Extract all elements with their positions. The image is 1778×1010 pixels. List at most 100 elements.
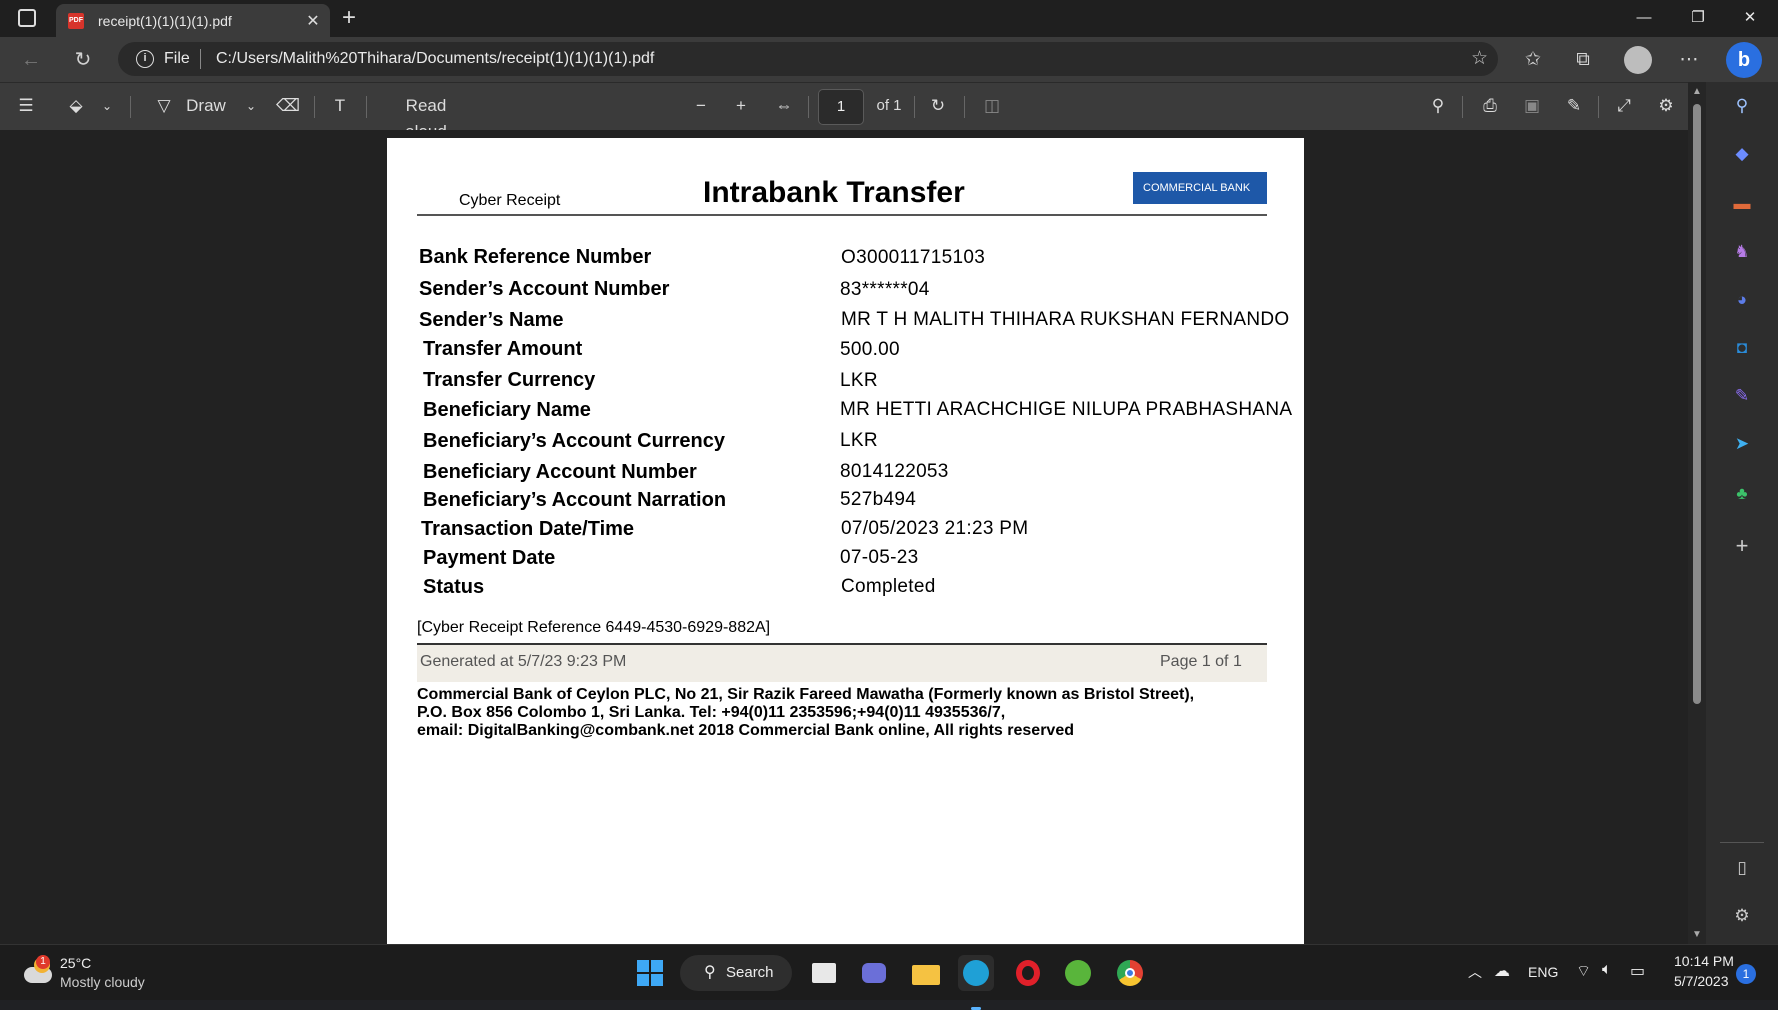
telegram-icon[interactable]: ➤: [1728, 430, 1756, 458]
battery-icon[interactable]: ▭: [1630, 961, 1645, 981]
field-label: Beneficiary’s Account Currency: [423, 430, 725, 452]
zoom-out-icon[interactable]: −: [688, 93, 714, 119]
field-label: Bank Reference Number: [419, 246, 652, 268]
text-icon[interactable]: T: [326, 93, 354, 119]
pdf-settings-icon[interactable]: ⚙: [1652, 93, 1680, 119]
opera-icon[interactable]: [1010, 955, 1046, 991]
back-button[interactable]: ←: [16, 45, 46, 75]
clock-time[interactable]: 10:14 PM: [1674, 953, 1734, 969]
favorites-icon[interactable]: ✩: [1518, 45, 1548, 75]
windows-start-icon[interactable]: [632, 955, 668, 991]
profile-avatar[interactable]: [1624, 46, 1652, 74]
notification-badge[interactable]: 1: [1736, 964, 1756, 984]
taskbar-search[interactable]: ⚲ Search: [680, 955, 792, 991]
more-options-icon[interactable]: ⋯: [1674, 45, 1704, 75]
find-icon[interactable]: ⚲: [1424, 93, 1452, 119]
weather-desc[interactable]: Mostly cloudy: [60, 974, 145, 990]
edge-sidebar: ⚲ ◆ ▬ ♞ ◕ ◘ ✎ ➤ ♣ + ▯ ⚙: [1706, 82, 1778, 944]
fit-width-icon[interactable]: ⇔: [770, 93, 798, 119]
hide-sidebar-icon[interactable]: ▯: [1728, 854, 1756, 882]
save-as-icon[interactable]: ✎: [1560, 93, 1588, 119]
wifi-icon[interactable]: ⌔: [1576, 961, 1591, 981]
receipt-reference: [Cyber Receipt Reference 6449-4530-6929-…: [417, 619, 771, 636]
draw-icon[interactable]: ▽: [150, 93, 178, 119]
chrome-icon[interactable]: [1112, 955, 1148, 991]
field-value: 500.00: [840, 339, 900, 360]
navigation-bar: ← ↻ i File C:/Users/Malith%20Thihara/Doc…: [0, 37, 1778, 82]
restore-button[interactable]: ❐: [1676, 6, 1720, 30]
weather-temp[interactable]: 25°C: [60, 955, 91, 971]
browser-tab[interactable]: PDF receipt(1)(1)(1)(1).pdf ✕: [56, 4, 330, 37]
tree-icon[interactable]: ♣: [1728, 480, 1756, 508]
rotate-icon[interactable]: ↻: [924, 93, 952, 119]
tab-close-button[interactable]: ✕: [304, 11, 322, 31]
taskbar-search-label: Search: [726, 964, 774, 981]
microsoft365-icon[interactable]: ◕: [1728, 286, 1756, 314]
toolbar-divider: [964, 96, 965, 118]
language-indicator[interactable]: ENG: [1528, 964, 1558, 980]
field-label: Beneficiary Name: [423, 399, 591, 421]
teams-chat-icon[interactable]: [856, 955, 892, 991]
close-window-button[interactable]: ✕: [1728, 6, 1772, 30]
tools-icon[interactable]: ▬: [1728, 190, 1756, 218]
address-bar[interactable]: i File C:/Users/Malith%20Thihara/Documen…: [118, 42, 1498, 76]
scroll-down-icon[interactable]: ▼: [1692, 929, 1702, 940]
minimize-button[interactable]: —: [1622, 6, 1666, 30]
volume-icon[interactable]: 🔈︎: [1602, 961, 1612, 979]
shopping-icon[interactable]: ◆: [1728, 140, 1756, 168]
scroll-thumb[interactable]: [1693, 104, 1701, 704]
onedrive-icon[interactable]: ☁: [1494, 961, 1510, 981]
field-label: Sender’s Account Number: [419, 278, 670, 300]
footer-line: Commercial Bank of Ceylon PLC, No 21, Si…: [417, 686, 1195, 703]
refresh-button[interactable]: ↻: [68, 45, 98, 75]
pdf-page: Cyber Receipt Intrabank Transfer COMMERC…: [387, 138, 1304, 944]
add-favorite-icon[interactable]: ☆: [1471, 47, 1488, 70]
address-url[interactable]: C:/Users/Malith%20Thihara/Documents/rece…: [216, 50, 654, 68]
sidebar-settings-icon[interactable]: ⚙: [1728, 902, 1756, 930]
games-icon[interactable]: ♞: [1728, 238, 1756, 266]
pdf-file-icon: PDF: [68, 13, 84, 29]
page-view-icon[interactable]: ◫: [978, 93, 1006, 119]
site-info-icon[interactable]: i: [136, 50, 154, 68]
field-value: 527b494: [840, 489, 917, 510]
contents-icon[interactable]: ☰: [12, 93, 40, 119]
file-explorer-icon[interactable]: [908, 955, 944, 991]
generated-timestamp: Generated at 5/7/23 9:23 PM: [420, 653, 627, 670]
field-label: Status: [423, 576, 485, 598]
sidebar-search-icon[interactable]: ⚲: [1728, 92, 1756, 120]
collections-icon[interactable]: ⧉: [1568, 45, 1598, 75]
highlight-icon[interactable]: ⬙: [62, 93, 90, 119]
footer-line: email: DigitalBanking@combank.net 2018 C…: [417, 722, 1074, 739]
eraser-icon[interactable]: ⌫: [274, 93, 302, 119]
utorrent-icon[interactable]: [1060, 955, 1096, 991]
scroll-up-icon[interactable]: ▲: [1692, 86, 1702, 97]
field-value: 8014122053: [840, 461, 949, 482]
save-icon[interactable]: ▣: [1518, 93, 1546, 119]
print-icon[interactable]: ⎙: [1476, 93, 1504, 119]
vertical-scrollbar[interactable]: ▲ ▼: [1688, 82, 1706, 944]
tray-overflow-icon[interactable]: ︿: [1468, 962, 1482, 982]
highlight-dropdown-icon[interactable]: ⌄: [98, 93, 116, 119]
zoom-in-icon[interactable]: +: [728, 93, 754, 119]
tab-actions-icon[interactable]: [18, 9, 36, 27]
bing-chat-button[interactable]: b: [1726, 42, 1762, 78]
outlook-icon[interactable]: ◘: [1728, 334, 1756, 362]
add-sidebar-app-icon[interactable]: +: [1728, 532, 1756, 560]
drop-icon[interactable]: ✎: [1728, 382, 1756, 410]
page-total: of 1: [876, 97, 902, 114]
edge-browser-icon[interactable]: [958, 955, 994, 1010]
draw-dropdown-icon[interactable]: ⌄: [242, 93, 260, 119]
page-number-input[interactable]: 1: [818, 89, 864, 125]
field-label: Transaction Date/Time: [421, 518, 635, 540]
clock-date[interactable]: 5/7/2023: [1674, 973, 1729, 989]
read-aloud-button[interactable]: Read aloud: [384, 93, 468, 141]
weather-cloud-icon[interactable]: 1: [22, 955, 52, 987]
field-value: LKR: [840, 430, 878, 451]
fullscreen-icon[interactable]: ⤢: [1610, 93, 1638, 119]
pdf-toolbar: ☰ ⬙ ⌄ ▽ Draw ⌄ ⌫ T Read aloud − + ⇔ 1 of…: [0, 82, 1688, 141]
task-view-icon[interactable]: [806, 955, 842, 991]
draw-button[interactable]: Draw: [184, 93, 228, 119]
page-indicator: Page 1 of 1: [1160, 653, 1242, 670]
new-tab-button[interactable]: +: [342, 4, 356, 32]
title-bar: PDF receipt(1)(1)(1)(1).pdf ✕ + — ❐ ✕: [0, 0, 1778, 37]
